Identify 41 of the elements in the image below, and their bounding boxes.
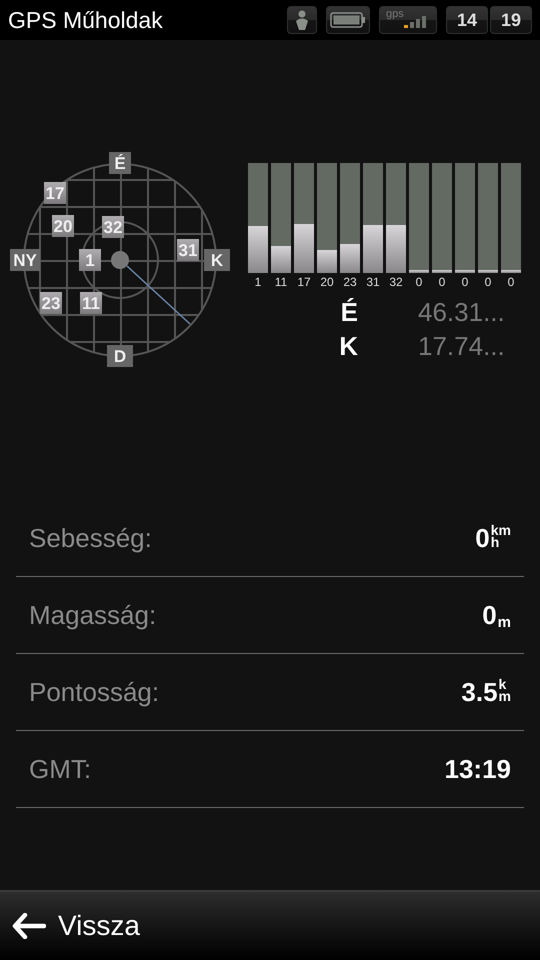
- back-arrow-icon: [12, 913, 46, 939]
- compass-label: NY: [10, 249, 40, 271]
- clock-minutes: 19: [490, 6, 532, 34]
- satellite-id: 32: [389, 275, 403, 289]
- satellite-marker: 31: [177, 239, 199, 261]
- coordinate-axis: K: [338, 330, 358, 362]
- satellite-marker: 17: [44, 182, 66, 204]
- satellite-id: 17: [297, 275, 311, 289]
- satellite-id: 23: [343, 275, 357, 289]
- battery-icon[interactable]: [326, 6, 370, 34]
- satellite-marker: 32: [102, 216, 124, 238]
- reading-value: 13:19: [444, 754, 511, 784]
- coordinate-axis: É: [340, 296, 358, 328]
- coordinate-value: 17.74...: [418, 330, 505, 362]
- satellite-id: 0: [416, 275, 422, 289]
- satellite-marker: 23: [40, 292, 62, 314]
- reading-label: Sebesség:: [29, 522, 152, 554]
- satellite-id: 0: [438, 275, 446, 289]
- satellite-id: 20: [320, 275, 334, 289]
- app-title: GPS Műholdak: [8, 6, 163, 34]
- position-dot: [111, 251, 129, 269]
- compass-label: K: [204, 249, 230, 271]
- heading-line: [126, 265, 190, 325]
- satellite-marker: 11: [80, 292, 102, 314]
- reading-label: GMT:: [29, 754, 92, 784]
- satellite-id: 0: [484, 275, 492, 289]
- satellite-id: 0: [508, 275, 514, 289]
- compass-label: D: [107, 345, 133, 367]
- reading-label: Magasság:: [29, 600, 156, 630]
- clock-hours: 14: [446, 6, 488, 34]
- satellite-id: 11: [274, 275, 288, 289]
- reading-label: Pontosság:: [29, 676, 160, 708]
- satellite-id: 1: [254, 275, 262, 289]
- satellite-id: 0: [462, 275, 468, 289]
- satellite-id: 31: [366, 275, 380, 289]
- compass-label: É: [109, 152, 131, 174]
- back-button[interactable]: Vissza: [2, 906, 150, 946]
- coordinate-value: 46.31...: [418, 296, 505, 328]
- person-icon[interactable]: [287, 6, 317, 34]
- satellite-marker: 20: [52, 215, 74, 237]
- satellite-marker: 1: [79, 249, 101, 271]
